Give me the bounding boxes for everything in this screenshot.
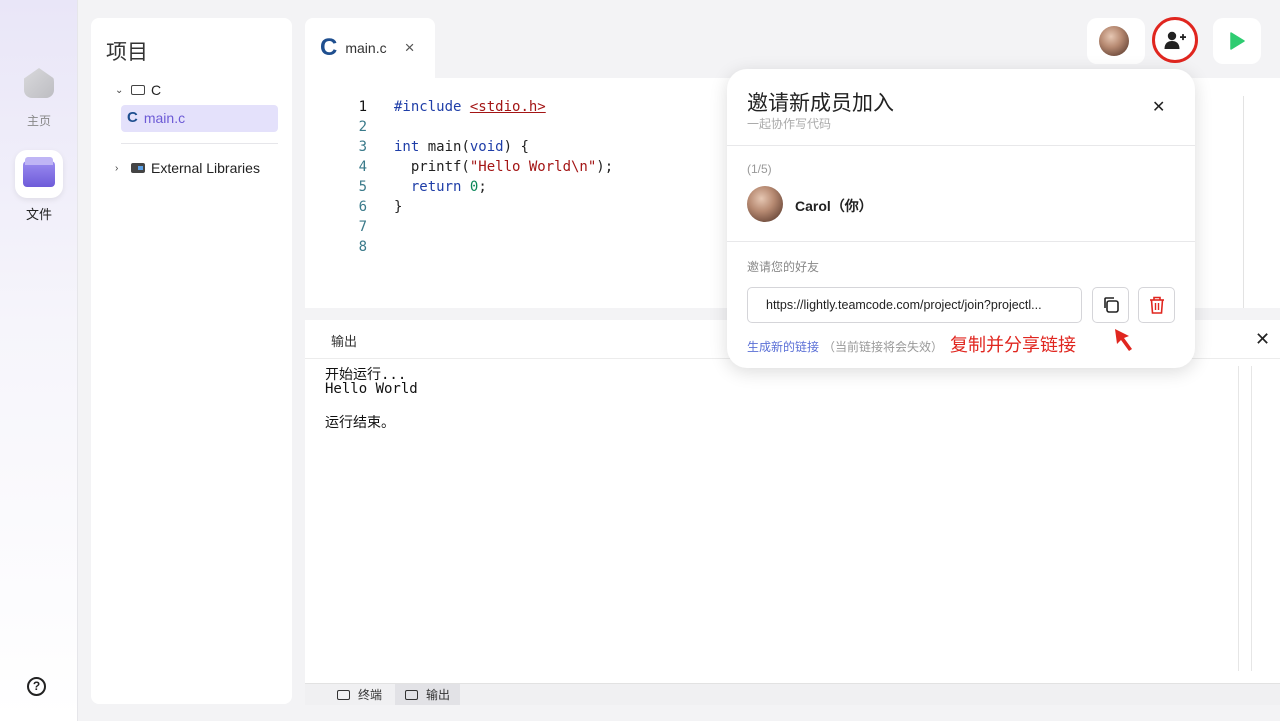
tree-file-row[interactable]: C main.c (127, 109, 185, 126)
library-icon (131, 163, 145, 173)
generate-new-link[interactable]: 生成新的链接 (747, 338, 819, 355)
invite-popover: 邀请新成员加入 一起协作写代码 ✕ (1/5) Carol（你） 邀请您的好友 … (727, 69, 1195, 368)
chevron-down-icon: ⌄ (115, 84, 124, 96)
popover-title: 邀请新成员加入 (747, 92, 894, 115)
open-folder-icon (131, 85, 145, 95)
play-icon (1230, 32, 1245, 50)
code-text: #include <stdio.h> (394, 99, 546, 115)
project-panel: 项目 ⌄ C C main.c › External Libraries (91, 18, 292, 704)
output-scrollbar[interactable] (1238, 366, 1252, 671)
member-count: (1/5) (747, 162, 772, 176)
close-icon[interactable]: ✕ (1152, 97, 1165, 117)
annotation-arrow-icon (1115, 329, 1132, 351)
tab-output-label: 输出 (426, 688, 451, 702)
divider (727, 145, 1195, 146)
tab-close-icon[interactable]: × (405, 38, 415, 58)
invite-friends-label: 邀请您的好友 (747, 260, 820, 274)
invite-link-field[interactable]: https://lightly.teamcode.com/project/joi… (747, 287, 1082, 323)
line-number: 5 (358, 179, 367, 195)
line-number: 2 (358, 119, 367, 135)
close-icon[interactable]: ✕ (1255, 329, 1270, 350)
tab-main-c[interactable]: C main.c × (305, 18, 435, 78)
tree-folder-c[interactable]: ⌄ C (115, 82, 161, 98)
tab-terminal-label: 终端 (358, 688, 383, 702)
c-file-icon: C (320, 34, 338, 61)
line-number: 1 (358, 99, 367, 115)
nav-files-label: 文件 (25, 207, 52, 222)
avatar (1099, 26, 1129, 56)
home-icon (24, 68, 54, 98)
tab-output[interactable]: 输出 (395, 684, 461, 705)
folder-icon (23, 157, 55, 187)
line-number: 6 (358, 199, 367, 215)
code-text: int main(void) { (394, 139, 529, 155)
output-panel: 输出 ✕ 开始运行... Hello World 运行结束。 (305, 320, 1280, 705)
delete-link-button[interactable] (1138, 287, 1175, 323)
generate-link-note: （当前链接将会失效） (823, 340, 944, 354)
line-number: 8 (358, 239, 367, 255)
invite-member-button[interactable] (1152, 17, 1198, 63)
files-icon-bg (15, 150, 63, 198)
trash-icon (1149, 296, 1164, 314)
tree-divider (121, 143, 278, 144)
tree-external-libraries[interactable]: › External Libraries (115, 160, 260, 176)
divider (727, 241, 1195, 242)
avatar (747, 186, 783, 222)
line-number: 3 (358, 139, 367, 155)
annotation-text: 复制并分享链接 (950, 335, 1076, 355)
nav-home-label: 主页 (26, 114, 51, 128)
nav-home[interactable]: 主页 (0, 68, 78, 129)
tab-terminal[interactable]: 终端 (327, 684, 392, 705)
code-text: return 0; (410, 179, 487, 195)
output-line: Hello World (325, 381, 418, 397)
copy-link-button[interactable] (1092, 287, 1129, 323)
code-text: printf("Hello World\n"); (394, 159, 614, 175)
collaborator-avatars[interactable] (1087, 18, 1145, 64)
project-title: 项目 (106, 41, 148, 64)
output-line: 运行结束。 (325, 415, 395, 431)
terminal-icon (337, 689, 350, 700)
tree-libs-label: External Libraries (151, 160, 260, 176)
printer-icon (405, 689, 418, 700)
copy-icon (1103, 297, 1119, 313)
output-title: 输出 (331, 334, 358, 349)
member-name: Carol（你） (795, 198, 873, 214)
tree-file-label: main.c (143, 109, 186, 126)
left-rail: 主页 文件 ? (0, 0, 78, 721)
line-number: 4 (358, 159, 367, 175)
line-number: 7 (358, 219, 367, 235)
add-user-icon (1164, 31, 1186, 49)
chevron-right-icon: › (115, 162, 119, 174)
popover-subtitle: 一起协作写代码 (747, 117, 832, 131)
run-button[interactable] (1213, 18, 1261, 64)
tab-label: main.c (345, 40, 387, 56)
c-file-icon: C (127, 109, 138, 126)
nav-files[interactable]: 文件 (0, 150, 78, 223)
tree-folder-label: C (151, 82, 162, 98)
bottom-tab-bar: 终端 输出 (305, 683, 1280, 705)
code-text: } (394, 199, 403, 215)
help-icon[interactable]: ? (27, 677, 46, 696)
